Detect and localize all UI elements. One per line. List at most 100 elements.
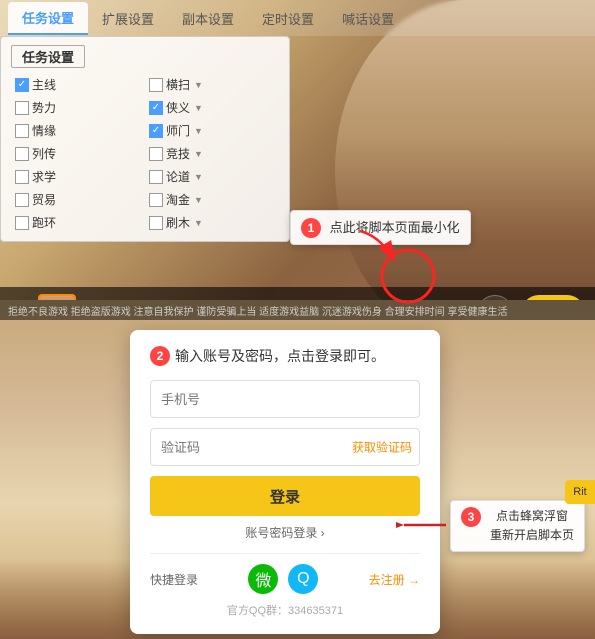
gold-dropdown[interactable]: ▼ <box>194 195 203 205</box>
phone-input[interactable] <box>150 380 420 418</box>
checkbox-study[interactable] <box>15 170 29 184</box>
tab-shout-settings[interactable]: 喊话设置 <box>328 3 408 34</box>
tab-extend-settings[interactable]: 扩展设置 <box>88 3 168 34</box>
checkbox-affinity[interactable] <box>15 124 29 138</box>
spacer9 <box>78 166 82 187</box>
task-gold[interactable]: 淘金 ▼ <box>145 189 212 210</box>
spacer10 <box>212 166 279 187</box>
wechat-login-button[interactable]: 微 <box>248 564 278 594</box>
login-card: 2 输入账号及密码，点击登录即可。 获取验证码 登录 账号密码登录 › 快捷登录… <box>130 330 440 634</box>
quick-login-section: 快捷登录 微 Q 去注册 → <box>150 553 420 594</box>
account-password-link[interactable]: 账号密码登录 › <box>150 524 420 541</box>
spacer8 <box>212 143 279 164</box>
spacer14 <box>212 212 279 233</box>
task-wood[interactable]: 刷木 ▼ <box>145 212 212 233</box>
checkbox-wood[interactable] <box>149 216 163 230</box>
checkbox-discuss[interactable] <box>149 170 163 184</box>
spacer4 <box>212 97 279 118</box>
task-discuss[interactable]: 论道 ▼ <box>145 166 212 187</box>
quick-login-label: 快捷登录 <box>150 571 198 588</box>
checkbox-arena[interactable] <box>149 147 163 161</box>
task-gold-label: 淘金 <box>166 191 190 208</box>
sweep-dropdown[interactable]: ▼ <box>194 80 203 90</box>
spacer <box>78 74 82 95</box>
verify-row: 获取验证码 <box>150 428 420 466</box>
qq-icon: Q <box>297 570 309 588</box>
wood-dropdown[interactable]: ▼ <box>194 218 203 228</box>
step3-arrow <box>396 515 451 535</box>
login-step-header: 2 输入账号及密码，点击登录即可。 <box>150 346 420 366</box>
panel-title-label: 任务设置 <box>11 45 85 68</box>
task-grid: ✓ 主线 横扫 ▼ 势力 ✓ 侠义 ▼ 情缘 ✓ 师门 <box>11 74 279 233</box>
tab-timer-settings[interactable]: 定时设置 <box>248 3 328 34</box>
task-patrol[interactable]: 跑环 <box>11 212 78 233</box>
rit-label: Rit <box>573 486 586 498</box>
master-dropdown[interactable]: ▼ <box>194 126 203 136</box>
disclaimer-text: 拒绝不良游戏 拒绝盗版游戏 注意自我保护 谨防受骗上当 适度游戏益脑 沉迷游戏伤… <box>8 303 507 318</box>
minimize-tooltip-text: 点此将脚本页面最小化 <box>330 220 460 235</box>
task-sweep[interactable]: 横扫 ▼ <box>145 74 212 95</box>
checkbox-patrol[interactable] <box>15 216 29 230</box>
register-link[interactable]: 去注册 → <box>369 571 420 588</box>
spacer13 <box>78 212 82 233</box>
task-faction[interactable]: 势力 <box>11 97 78 118</box>
login-button[interactable]: 登录 <box>150 476 420 516</box>
qq-group-text: 官方QQ群：334635371 <box>150 602 420 618</box>
spacer7 <box>78 143 82 164</box>
arena-dropdown[interactable]: ▼ <box>194 149 203 159</box>
tab-task-settings[interactable]: 任务设置 <box>8 2 88 35</box>
task-master[interactable]: ✓ 师门 ▼ <box>145 120 212 141</box>
tab-bar: 任务设置 扩展设置 副本设置 定时设置 喊话设置 <box>0 0 595 36</box>
step1-badge: 1 <box>301 218 321 238</box>
task-mainline-label: 主线 <box>32 76 56 93</box>
login-instruction: 输入账号及密码，点击登录即可。 <box>175 346 385 366</box>
task-trade-label: 贸易 <box>32 191 56 208</box>
task-patrol-label: 跑环 <box>32 214 56 231</box>
task-discuss-label: 论道 <box>166 168 190 185</box>
spacer11 <box>78 189 82 210</box>
minimize-tooltip: 1 点此将脚本页面最小化 <box>290 210 471 245</box>
spacer5 <box>78 120 82 141</box>
checkbox-sweep[interactable] <box>149 78 163 92</box>
step2-badge: 2 <box>150 346 170 366</box>
discuss-dropdown[interactable]: ▼ <box>194 172 203 182</box>
tab-dungeon-settings[interactable]: 副本设置 <box>168 3 248 34</box>
step3-text: 点击蜂窝浮窗重新开启脚本页 <box>490 507 574 545</box>
task-master-label: 师门 <box>166 122 190 139</box>
task-chivalry-label: 侠义 <box>166 99 190 116</box>
get-code-button[interactable]: 获取验证码 <box>352 439 412 456</box>
task-arena-label: 竞技 <box>166 145 190 162</box>
task-chronicle-label: 列传 <box>32 145 56 162</box>
rit-side-button[interactable]: Rit <box>565 480 595 504</box>
task-arena[interactable]: 竞技 ▼ <box>145 143 212 164</box>
task-chivalry[interactable]: ✓ 侠义 ▼ <box>145 97 212 118</box>
social-icons: 微 Q <box>248 564 318 594</box>
step3-bubble: 3 点击蜂窝浮窗重新开启脚本页 <box>450 500 585 552</box>
checkbox-faction[interactable] <box>15 101 29 115</box>
task-study[interactable]: 求学 <box>11 166 78 187</box>
checkbox-mainline[interactable]: ✓ <box>15 78 29 92</box>
checkbox-chronicle[interactable] <box>15 147 29 161</box>
checkbox-master[interactable]: ✓ <box>149 124 163 138</box>
disclaimer-bar: 拒绝不良游戏 拒绝盗版游戏 注意自我保护 谨防受骗上当 适度游戏益脑 沉迷游戏伤… <box>0 300 595 320</box>
chivalry-dropdown[interactable]: ▼ <box>194 103 203 113</box>
step3-badge: 3 <box>461 507 481 527</box>
checkbox-trade[interactable] <box>15 193 29 207</box>
task-faction-label: 势力 <box>32 99 56 116</box>
task-study-label: 求学 <box>32 168 56 185</box>
account-pwd-text: 账号密码登录 › <box>245 524 324 541</box>
task-wood-label: 刷木 <box>166 214 190 231</box>
spacer3 <box>78 97 82 118</box>
spacer6 <box>212 120 279 141</box>
task-chronicle[interactable]: 列传 <box>11 143 78 164</box>
task-trade[interactable]: 贸易 <box>11 189 78 210</box>
task-sweep-label: 横扫 <box>166 76 190 93</box>
checkbox-chivalry[interactable]: ✓ <box>149 101 163 115</box>
task-settings-panel: 任务设置 ✓ 主线 横扫 ▼ 势力 ✓ 侠义 ▼ 情缘 <box>0 36 290 242</box>
checkbox-gold[interactable] <box>149 193 163 207</box>
spacer2 <box>212 74 279 95</box>
task-affinity[interactable]: 情缘 <box>11 120 78 141</box>
qq-login-button[interactable]: Q <box>288 564 318 594</box>
spacer12 <box>212 189 279 210</box>
task-mainline[interactable]: ✓ 主线 <box>11 74 78 95</box>
